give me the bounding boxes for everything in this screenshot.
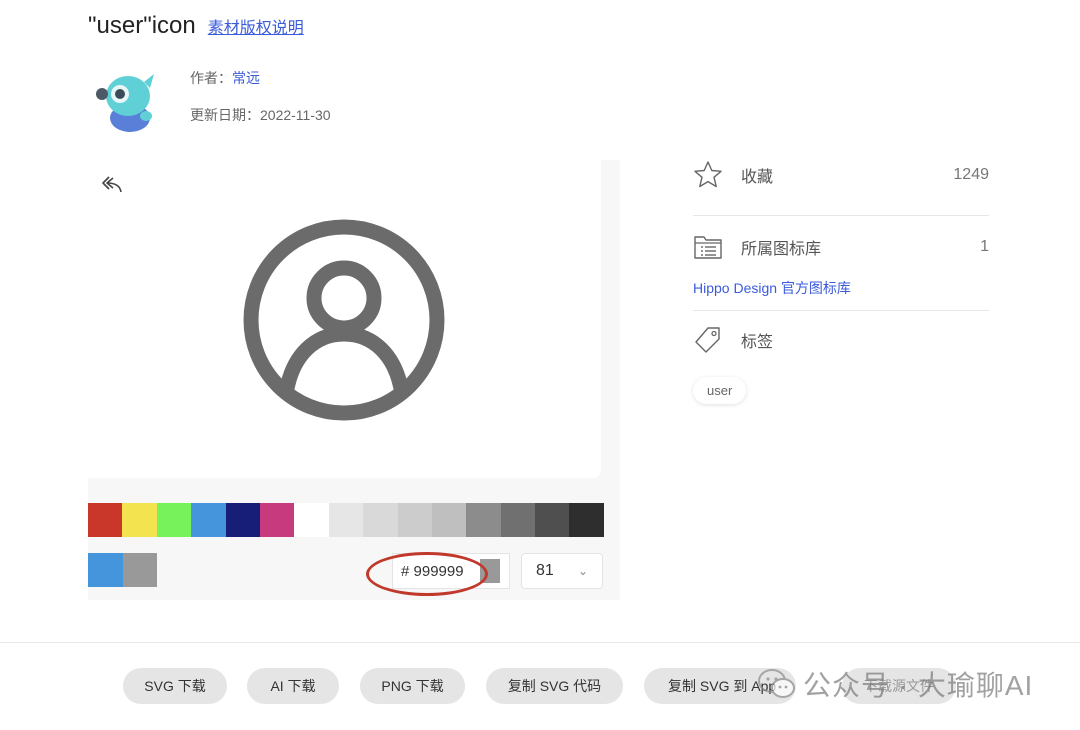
color-swatch[interactable] [535,503,570,537]
color-swatch[interactable] [88,503,123,537]
author-name-link[interactable]: 常远 [232,70,260,86]
update-date: 2022-11-30 [260,107,331,123]
icon-preview-canvas [88,160,601,478]
color-swatch[interactable] [431,503,467,537]
license-link[interactable]: 素材版权说明 [208,14,304,38]
color-swatch[interactable] [225,503,260,537]
watermark-text: 公众号 · 大瑜聊AI [803,670,1034,701]
svg-download-button[interactable]: SVG 下载 [123,668,227,704]
copy-svg-code-button[interactable]: 复制 SVG 代码 [486,668,623,704]
color-swatch[interactable] [122,503,157,537]
favorite-count: 1249 [953,166,989,183]
ai-download-button[interactable]: AI 下载 [247,668,339,704]
favorite-label: 收藏 [741,169,774,186]
color-swatch[interactable] [191,503,226,537]
hex-prefix: # [401,562,410,580]
color-swatch[interactable] [466,503,501,537]
library-link[interactable]: Hippo Design 官方图标库 [693,278,989,298]
sidebar-divider [693,310,989,311]
tags-row: 标签 [693,325,989,355]
star-icon [694,161,722,188]
icon-size-value: 81 [536,562,554,579]
undo-icon[interactable] [100,174,124,194]
recent-color-swatch[interactable] [122,553,157,587]
recent-color-swatch[interactable] [88,553,123,587]
color-swatch[interactable] [259,503,295,537]
user-icon [243,219,445,421]
wechat-icon [758,669,795,698]
icon-info-sidebar: 收藏 1249 所属图标库 1 Hippo Design 官方图标库 标签 us… [693,160,989,404]
footer-divider [0,642,1080,643]
color-swatch[interactable] [500,503,536,537]
color-swatch[interactable] [328,503,364,537]
color-palette [88,503,604,537]
library-row: 所属图标库 1 [693,232,989,262]
favorite-row[interactable]: 收藏 1249 [693,160,989,190]
color-swatch[interactable] [363,503,398,537]
color-swatch[interactable] [569,503,604,537]
png-download-button[interactable]: PNG 下载 [360,668,465,704]
folder-list-icon [694,236,722,259]
hex-value: 999999 [413,562,464,580]
title-row: "user"icon 素材版权说明 [88,12,304,40]
author-line: 作者：常远 [190,68,260,88]
update-date-label: 更新日期： [190,107,260,123]
page-title: "user"icon [88,12,196,39]
color-swatch[interactable] [156,503,192,537]
update-date-line: 更新日期：2022-11-30 [190,105,331,125]
color-swatch[interactable] [397,503,432,537]
icon-editor-panel: # 999999 81 ⌄ [88,160,620,600]
tag-chip-user[interactable]: user [693,377,747,404]
watermark: 公众号 · 大瑜聊AI [757,664,1033,704]
sidebar-divider [693,215,989,216]
icon-size-select[interactable]: 81 ⌄ [521,553,603,589]
color-swatch[interactable] [294,503,329,537]
tags-label: 标签 [741,334,774,351]
author-label: 作者： [190,70,232,86]
hex-color-preview[interactable] [480,559,500,583]
chevron-down-icon: ⌄ [577,564,588,578]
library-label: 所属图标库 [741,241,822,258]
library-count: 1 [980,238,989,255]
tag-icon [695,327,720,353]
recent-colors [88,553,157,587]
author-avatar[interactable] [92,68,164,140]
